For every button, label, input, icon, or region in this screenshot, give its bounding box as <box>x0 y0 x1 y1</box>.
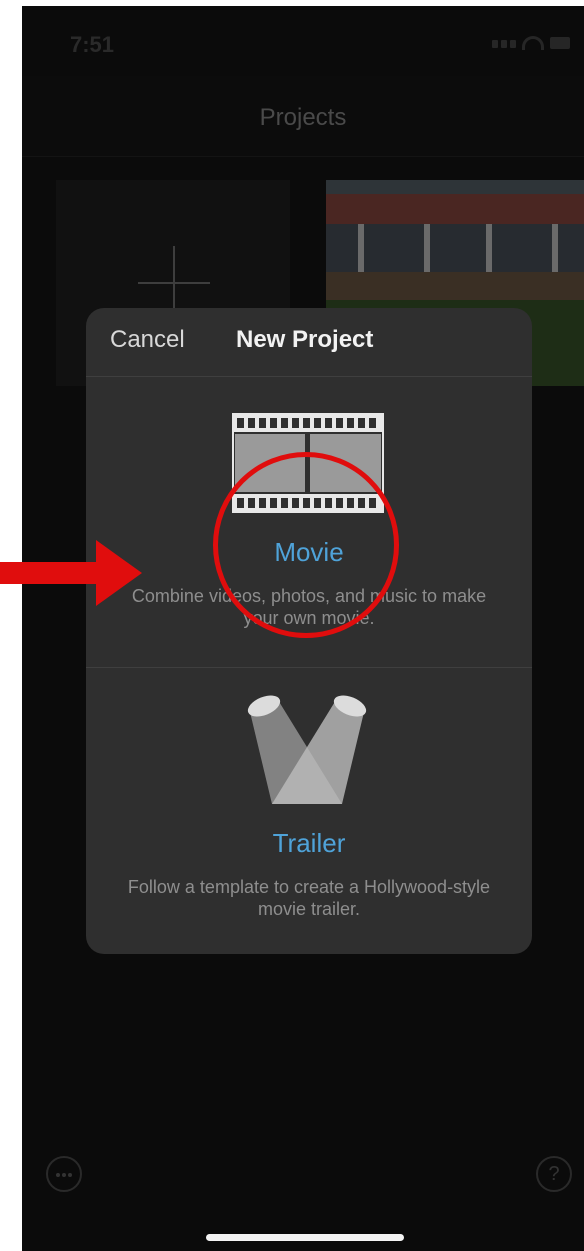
red-arrow-icon <box>0 540 142 606</box>
wifi-icon <box>522 36 544 50</box>
trailer-description: Follow a template to create a Hollywood-… <box>127 877 491 919</box>
nav-bar: Projects <box>22 76 584 157</box>
trailer-label: Trailer <box>272 828 346 858</box>
signal-icon <box>510 40 516 48</box>
highlight-circle <box>213 452 399 638</box>
signal-icon <box>501 40 507 48</box>
status-bar: 7:51 <box>22 6 584 76</box>
cancel-button[interactable]: Cancel <box>110 326 185 354</box>
home-indicator[interactable] <box>206 1234 404 1241</box>
ellipsis-icon <box>56 1173 60 1177</box>
battery-icon <box>550 37 570 49</box>
status-time: 7:51 <box>70 32 115 57</box>
trailer-option[interactable]: Trailer Follow a template to create a Ho… <box>86 668 532 954</box>
dialog-title: New Project <box>236 326 374 353</box>
more-button[interactable] <box>46 1156 82 1192</box>
help-button[interactable]: ? <box>536 1156 572 1192</box>
signal-icon <box>492 40 498 48</box>
page-title: Projects <box>259 104 347 131</box>
status-icons <box>492 36 572 52</box>
spotlights-icon <box>247 695 367 804</box>
dialog-header: Cancel New Project <box>86 308 532 377</box>
